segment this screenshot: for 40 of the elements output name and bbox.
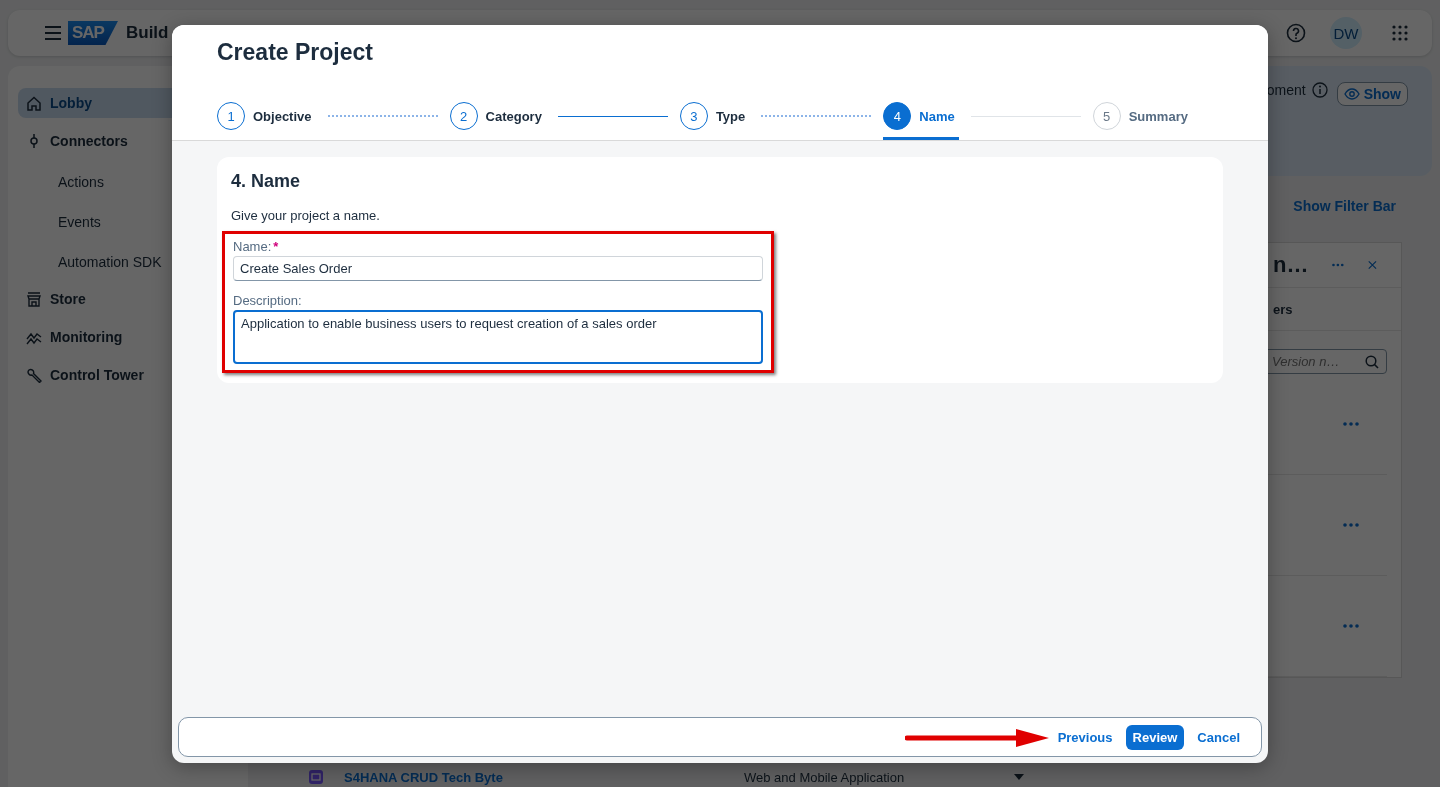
app-icon <box>308 769 324 785</box>
more-icon[interactable] <box>1343 523 1359 527</box>
field-label: Name:* <box>233 239 280 254</box>
panel-tab[interactable]: ers <box>1273 301 1293 317</box>
app-title: Build <box>125 23 169 43</box>
wizard-step[interactable]: 5 Summary <box>1092 92 1192 140</box>
show-button[interactable]: Show <box>1336 82 1408 106</box>
project-type: Web and Mobile Application <box>744 769 906 785</box>
project-name[interactable]: S4HANA CRUD Tech Byte <box>344 769 724 785</box>
wrench-icon <box>26 367 42 383</box>
footer-button[interactable]: Previous <box>1050 724 1120 750</box>
section-hint: Give your project a name. <box>231 208 381 223</box>
textarea-field[interactable]: Application to enable business users to request creation of a sales order <box>233 310 763 364</box>
logo: SAP <box>68 21 118 45</box>
more-icon[interactable] <box>1343 624 1359 628</box>
info-icon[interactable] <box>1311 82 1328 98</box>
help-icon[interactable] <box>1286 23 1306 43</box>
panel-title: n… <box>1272 252 1309 278</box>
list-row[interactable]: S4HANA CRUD Tech Byte Web and Mobile Application <box>258 769 1432 787</box>
review-button[interactable]: Review <box>1125 724 1185 750</box>
store-icon <box>26 291 42 307</box>
banner-text: oment <box>1266 82 1306 98</box>
wizard-step[interactable]: 2 Category <box>449 92 546 140</box>
app-grid-icon[interactable] <box>1392 25 1408 41</box>
home-icon <box>26 95 42 111</box>
more-icon[interactable] <box>1332 263 1345 267</box>
input-field[interactable]: Create Sales Order <box>233 256 763 281</box>
eye-icon <box>1343 88 1360 100</box>
field-label: Description: <box>233 293 303 308</box>
section-heading: 4. Name <box>231 171 302 192</box>
user-avatar[interactable]: DW <box>1330 17 1362 49</box>
wizard-step[interactable]: 3 Type <box>679 92 750 140</box>
show-filter-bar-link[interactable]: Show Filter Bar <box>1293 198 1396 214</box>
menu-icon[interactable] <box>44 26 62 40</box>
dialog-title: Create Project <box>217 39 374 66</box>
wizard-step[interactable]: 4 Name <box>883 92 959 140</box>
dropdown-icon[interactable] <box>1014 774 1024 780</box>
close-icon[interactable] <box>1368 259 1377 271</box>
more-icon[interactable] <box>1343 422 1359 426</box>
footer-button[interactable]: Cancel <box>1190 724 1247 750</box>
